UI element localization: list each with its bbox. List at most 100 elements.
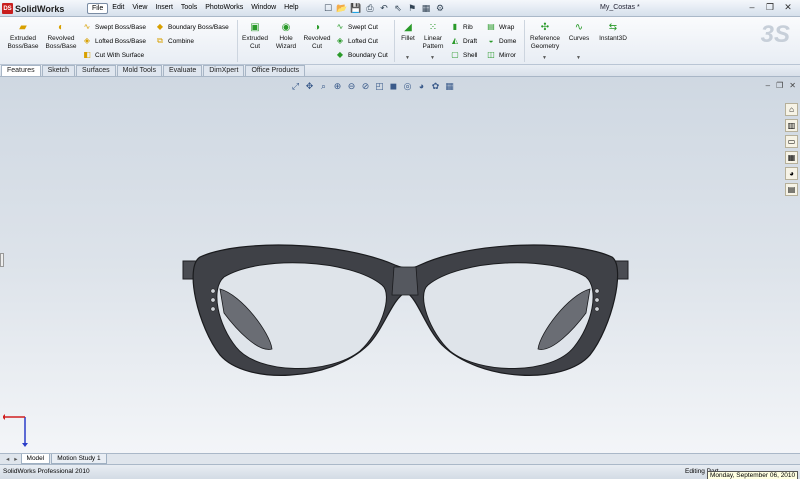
apply-scene-icon[interactable]: ✿ xyxy=(430,81,441,92)
design-library-icon[interactable]: ▥ xyxy=(785,119,798,132)
display-style-icon[interactable]: ◼ xyxy=(388,81,399,92)
lofted-boss-button[interactable]: ◈ Lofted Boss/Base xyxy=(82,36,146,46)
view-palette-icon[interactable]: ▦ xyxy=(785,151,798,164)
graphics-area[interactable]: ⤢ ✥ ⌕ ⊕ ⊖ ⊘ ◰ ◼ ◎ ◕ ✿ ▦ – ❐ ✕ ⌂ ▥ ▭ ▦ ◕ … xyxy=(0,77,800,453)
instant3d-button[interactable]: ⇆ Instant3D xyxy=(594,22,632,43)
cut-with-surface-button[interactable]: ◧ Cut With Surface xyxy=(82,50,144,60)
viewport-minimize-icon[interactable]: – xyxy=(766,81,770,90)
new-doc-icon[interactable]: ☐ xyxy=(322,2,334,14)
reference-geometry-icon: ✣ xyxy=(540,22,550,33)
view-orientation-icon[interactable]: ◰ xyxy=(374,81,385,92)
curves-dropdown-icon[interactable]: ▼ xyxy=(576,55,581,61)
revolved-boss-button[interactable]: ◐ Revolved Boss/Base xyxy=(42,22,80,51)
ds-watermark-icon: 3S xyxy=(760,21,790,48)
minimize-icon[interactable]: – xyxy=(746,2,758,13)
lofted-cut-button[interactable]: ◈ Lofted Cut xyxy=(335,36,378,46)
eyeglasses-model[interactable] xyxy=(180,237,630,457)
draft-button[interactable]: ◭ Draft xyxy=(450,36,477,46)
menu-help[interactable]: Help xyxy=(280,3,302,14)
combine-button[interactable]: ⧉ Combine xyxy=(155,36,194,46)
pattern-dropdown-icon[interactable]: ▼ xyxy=(430,55,435,61)
revolved-cut-button[interactable]: ◑ Revolved Cut xyxy=(301,22,333,51)
command-tabs: Features Sketch Surfaces Mold Tools Eval… xyxy=(0,65,800,77)
wrap-icon: ▤ xyxy=(487,22,495,31)
viewport-restore-icon[interactable]: ❐ xyxy=(776,81,783,90)
zoom-icon[interactable]: ⊕ xyxy=(332,81,343,92)
custom-properties-icon[interactable]: ▤ xyxy=(785,183,798,196)
menu-view[interactable]: View xyxy=(128,3,151,14)
zoom-area-icon[interactable]: ⌕ xyxy=(318,81,329,92)
reference-geometry-button[interactable]: ✣ Reference Geometry xyxy=(526,22,564,51)
tab-sketch[interactable]: Sketch xyxy=(41,65,76,76)
save-icon[interactable]: 💾 xyxy=(350,2,362,14)
menu-file[interactable]: File xyxy=(87,3,109,14)
swept-boss-button[interactable]: ∿ Swept Boss/Base xyxy=(82,22,146,32)
dome-icon: ◒ xyxy=(488,36,494,45)
menu-insert[interactable]: Insert xyxy=(151,3,177,14)
instant3d-icon: ⇆ xyxy=(608,22,618,33)
axis-triad xyxy=(3,414,28,447)
section-view-icon[interactable]: ⊘ xyxy=(360,81,371,92)
combine-icon: ⧉ xyxy=(157,36,163,45)
appearances-icon[interactable]: ◕ xyxy=(785,167,798,180)
feature-manager-grip[interactable] xyxy=(0,253,4,267)
curves-button[interactable]: ∿ Curves xyxy=(566,22,592,43)
refgeom-dropdown-icon[interactable]: ▼ xyxy=(542,55,547,61)
solidworks-resources-icon[interactable]: ⌂ xyxy=(785,103,798,116)
app-logo[interactable]: DS SolidWorks xyxy=(2,2,86,15)
tab-office-products[interactable]: Office Products xyxy=(245,65,306,76)
lofted-icon: ◈ xyxy=(83,36,91,45)
document-title: My_Costas * xyxy=(600,4,640,11)
pan-icon[interactable]: ✥ xyxy=(304,81,315,92)
tab-mold-tools[interactable]: Mold Tools xyxy=(116,65,162,76)
boundary-cut-button[interactable]: ◆ Boundary Cut xyxy=(335,50,388,60)
hole-wizard-button[interactable]: ◉ Hole Wizard xyxy=(271,22,301,51)
zoom-to-fit-icon[interactable]: ⤢ xyxy=(290,81,301,92)
wrap-button[interactable]: ▤ Wrap xyxy=(486,22,514,32)
rib-button[interactable]: ▮ Rib xyxy=(450,22,473,32)
swept-cut-button[interactable]: ∿ Swept Cut xyxy=(335,22,378,32)
view-settings-icon[interactable]: ▦ xyxy=(444,81,455,92)
undo-icon[interactable]: ↶ xyxy=(378,2,390,14)
edit-appearance-icon[interactable]: ◕ xyxy=(416,81,427,92)
menu-edit[interactable]: Edit xyxy=(108,3,128,14)
cut-surface-icon: ◧ xyxy=(83,50,91,59)
tab-dimxpert[interactable]: DimXpert xyxy=(203,65,245,76)
rib-icon: ▮ xyxy=(452,22,458,31)
dome-button[interactable]: ◒ Dome xyxy=(486,36,517,46)
zoom-selection-icon[interactable]: ⊖ xyxy=(346,81,357,92)
boundary-boss-button[interactable]: ◆ Boundary Boss/Base xyxy=(155,22,229,32)
fillet-dropdown-icon[interactable]: ▼ xyxy=(405,55,410,61)
heads-up-view-toolbar: ⤢ ✥ ⌕ ⊕ ⊖ ⊘ ◰ ◼ ◎ ◕ ✿ ▦ xyxy=(290,81,455,92)
shell-button[interactable]: ▢ Shell xyxy=(450,50,477,60)
fillet-button[interactable]: ◢ Fillet xyxy=(397,22,419,43)
file-explorer-icon[interactable]: ▭ xyxy=(785,135,798,148)
open-icon[interactable]: 📂 xyxy=(336,2,348,14)
file-properties-icon[interactable]: ▦ xyxy=(420,2,432,14)
swept-cut-icon: ∿ xyxy=(336,22,344,31)
options-icon[interactable]: ⚙ xyxy=(434,2,446,14)
extruded-boss-button[interactable]: ▰ Extruded Boss/Base xyxy=(4,22,42,51)
tab-motion-study[interactable]: Motion Study 1 xyxy=(51,454,107,464)
close-icon[interactable]: ✕ xyxy=(782,2,794,13)
menu-tools[interactable]: Tools xyxy=(177,3,201,14)
tab-features[interactable]: Features xyxy=(1,65,41,76)
status-bar: SolidWorks Professional 2010 Editing Par… xyxy=(0,464,800,479)
tab-surfaces[interactable]: Surfaces xyxy=(76,65,116,76)
extruded-cut-button[interactable]: ▣ Extruded Cut xyxy=(239,22,271,51)
tab-evaluate[interactable]: Evaluate xyxy=(163,65,203,76)
mirror-button[interactable]: ◫ Mirror xyxy=(486,50,516,60)
print-icon[interactable]: ⎙ xyxy=(364,2,376,14)
select-icon[interactable]: ⇖ xyxy=(392,2,404,14)
menu-window[interactable]: Window xyxy=(247,3,280,14)
hide-show-icon[interactable]: ◎ xyxy=(402,81,413,92)
restore-icon[interactable]: ❐ xyxy=(764,2,776,13)
menu-photoworks[interactable]: PhotoWorks xyxy=(201,3,247,14)
draft-icon: ◭ xyxy=(451,36,459,45)
prev-tab-icon[interactable]: ◂ xyxy=(4,454,11,464)
tab-model[interactable]: Model xyxy=(20,454,51,464)
rebuild-icon[interactable]: ⚑ xyxy=(406,2,418,14)
viewport-close-icon[interactable]: ✕ xyxy=(789,81,796,90)
linear-pattern-button[interactable]: ⁙ Linear Pattern xyxy=(419,22,447,51)
next-tab-icon[interactable]: ▸ xyxy=(12,454,19,464)
